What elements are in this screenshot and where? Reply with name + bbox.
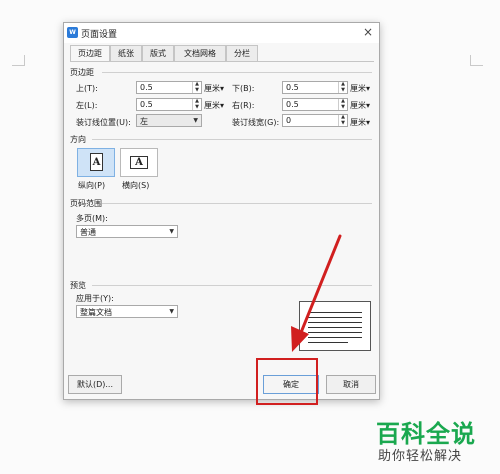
watermark-title: 百科全说 [376,420,476,448]
annotation-highlight-box [256,358,318,405]
watermark-subtitle: 助你轻松解决 [378,449,463,464]
annotation-arrow [291,234,342,352]
